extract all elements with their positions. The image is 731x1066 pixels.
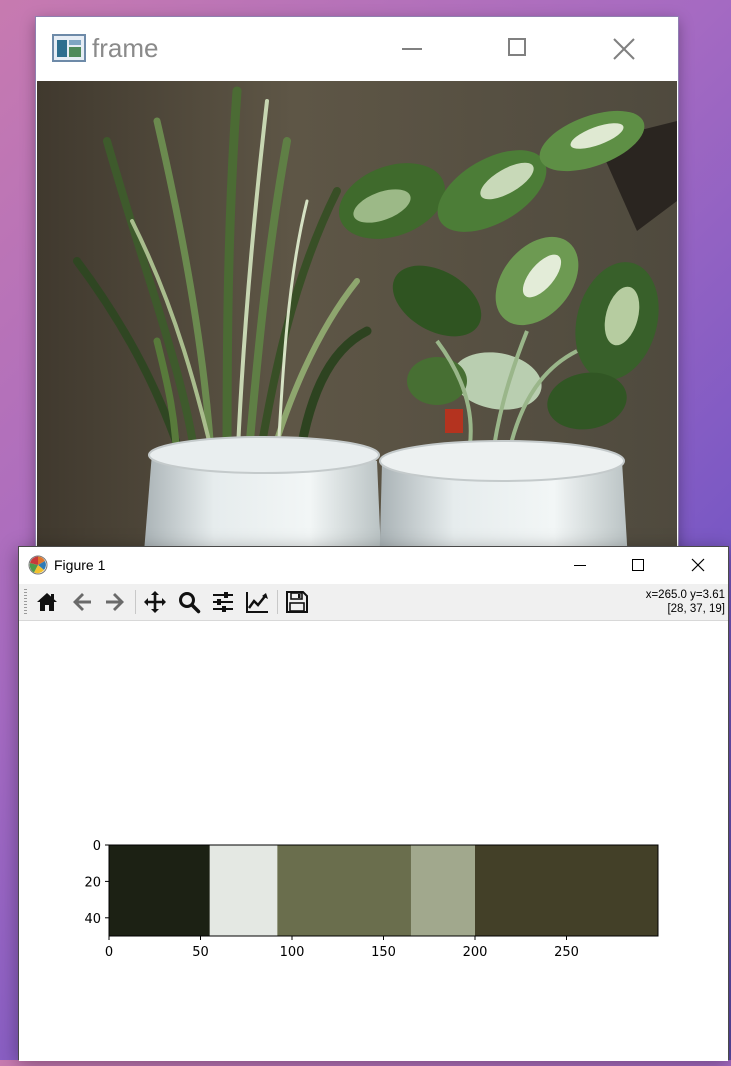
pan-move-icon <box>144 591 166 613</box>
figure-canvas[interactable]: 0 50 100 150 200 250 0 20 40 <box>19 621 728 1061</box>
close-icon <box>691 558 705 572</box>
y-tick-label: 20 <box>84 875 101 890</box>
figure-maximize-button[interactable] <box>615 549 661 581</box>
palette-color-segment <box>277 845 412 936</box>
x-tick-label: 0 <box>105 945 113 960</box>
x-tick-label: 150 <box>371 945 396 960</box>
subplot-config-icon <box>213 592 233 612</box>
coord-xy: x=265.0 y=3.61 <box>645 589 725 601</box>
zoom-button[interactable] <box>174 587 204 617</box>
frame-maximize-button[interactable] <box>494 31 542 67</box>
palette-color-segment <box>209 845 278 936</box>
matplotlib-logo-icon <box>28 555 48 575</box>
x-tick-label: 250 <box>554 945 579 960</box>
coord-pixel-value: [28, 37, 19] <box>667 603 725 615</box>
pan-button[interactable] <box>140 587 170 617</box>
navigation-toolbar: x=265.0 y=3.61 [28, 37, 19] <box>19 584 728 621</box>
webcam-frame-image <box>37 81 677 577</box>
toolbar-grip[interactable] <box>24 589 27 615</box>
configure-subplots-button[interactable] <box>208 587 238 617</box>
palette-color-segment <box>410 845 476 936</box>
palette-color-segment <box>475 845 659 936</box>
figure-window-title: Figure 1 <box>54 557 106 573</box>
toolbar-separator <box>135 590 136 614</box>
back-button[interactable] <box>67 587 97 617</box>
save-floppy-icon <box>286 591 308 613</box>
frame-titlebar[interactable]: frame <box>36 17 678 81</box>
forward-arrow-icon <box>106 593 124 611</box>
frame-window-title: frame <box>92 33 159 63</box>
figure-minimize-button[interactable] <box>557 549 603 581</box>
home-button[interactable] <box>32 587 62 617</box>
frame-window: frame <box>36 17 678 577</box>
figure-close-button[interactable] <box>675 549 721 581</box>
frame-close-button[interactable] <box>600 31 648 67</box>
y-tick-label: 0 <box>93 839 101 854</box>
x-tick-label: 50 <box>192 945 209 960</box>
palette-color-segment <box>109 845 211 936</box>
close-icon <box>613 38 635 60</box>
figure-titlebar[interactable]: Figure 1 <box>19 547 728 583</box>
x-tick-label: 100 <box>280 945 305 960</box>
home-icon <box>37 593 57 611</box>
toolbar-separator <box>277 590 278 614</box>
x-tick-label: 200 <box>463 945 488 960</box>
forward-button[interactable] <box>100 587 130 617</box>
save-button[interactable] <box>282 587 312 617</box>
edit-axes-button[interactable] <box>242 587 272 617</box>
color-palette-plot[interactable]: 0 50 100 150 200 250 0 20 40 <box>19 621 728 1061</box>
cursor-coordinate-readout: x=265.0 y=3.61 [28, 37, 19] <box>646 588 725 616</box>
edit-axes-icon <box>246 592 268 613</box>
opencv-app-icon <box>52 34 86 62</box>
back-arrow-icon <box>73 593 91 611</box>
zoom-magnifier-icon <box>179 592 201 614</box>
y-tick-label: 40 <box>84 912 101 927</box>
frame-minimize-button[interactable] <box>388 31 436 67</box>
figure-window: Figure 1 x=265.0 y=3.61 [28, 37, 19] 0 5… <box>18 546 729 1061</box>
